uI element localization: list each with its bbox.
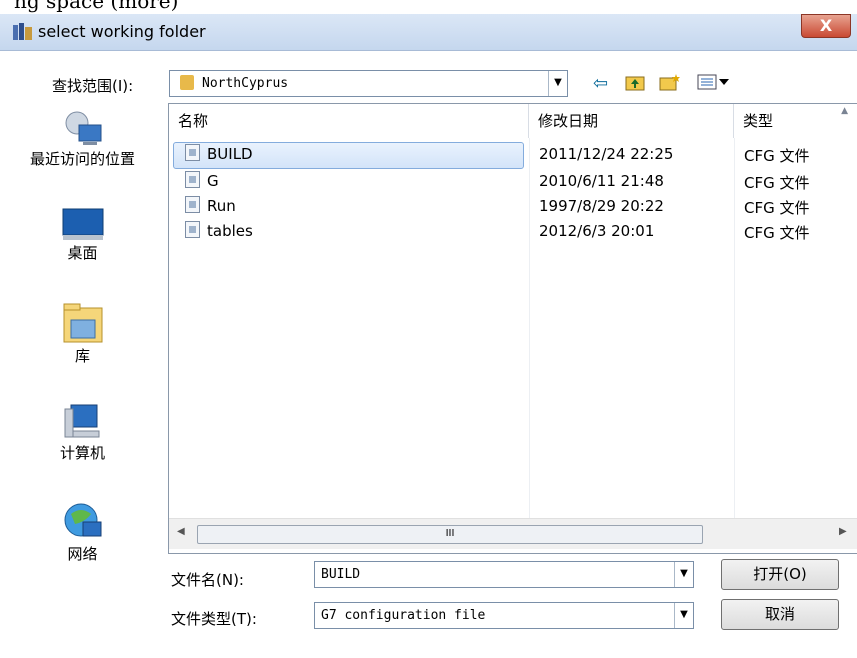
config-file-icon (185, 221, 200, 238)
chevron-down-icon[interactable]: ▼ (674, 603, 693, 628)
place-network[interactable]: 网络 (0, 500, 165, 563)
file-name: BUILD (207, 145, 253, 163)
sort-up-icon: ▲ (841, 106, 848, 116)
file-name: tables (207, 222, 253, 240)
column-header-label: 修改日期 (538, 112, 599, 130)
config-file-icon (185, 196, 200, 213)
places-bar: 最近访问的位置 桌面 库 计算机 网络 (0, 97, 165, 563)
view-menu-svg (697, 74, 729, 90)
place-label: 网络 (67, 545, 98, 563)
recent-places-icon (65, 111, 101, 145)
app-icon (13, 23, 32, 40)
new-folder-svg (659, 74, 680, 91)
horizontal-scrollbar[interactable]: ◀ III ▶ (169, 518, 857, 549)
filename-combo[interactable]: BUILD ▼ (314, 561, 694, 588)
lookin-combo[interactable]: NorthCyprus ▼ (169, 70, 568, 97)
filename-value: BUILD (321, 567, 361, 582)
chevron-down-icon[interactable]: ▼ (548, 71, 567, 96)
column-header-type[interactable]: 类型 ▲ (734, 104, 857, 138)
filename-label: 文件名(N): (171, 571, 244, 589)
scroll-right-icon[interactable]: ▶ (839, 526, 847, 537)
place-label: 桌面 (67, 244, 98, 262)
file-date: 2012/6/3 20:01 (539, 222, 655, 240)
file-name: G (207, 172, 219, 190)
cancel-button[interactable]: 取消 (721, 599, 839, 630)
network-icon (64, 503, 101, 537)
scroll-left-icon[interactable]: ◀ (177, 526, 185, 537)
file-name: Run (207, 197, 236, 215)
window-title: select working folder (38, 22, 206, 41)
place-label: 最近访问的位置 (29, 150, 135, 168)
place-recent[interactable]: 最近访问的位置 (0, 109, 165, 168)
file-row[interactable]: G 2010/6/11 21:48 CFG 文件 (169, 169, 857, 194)
folder-icon (180, 75, 194, 90)
place-label: 计算机 (59, 444, 105, 462)
title-bar: select working folder X (0, 14, 857, 51)
view-menu-icon[interactable] (697, 73, 731, 96)
place-libraries[interactable]: 库 (0, 302, 165, 365)
scroll-thumb[interactable]: III (197, 525, 703, 544)
file-type: CFG 文件 (744, 174, 810, 192)
lookin-label: 查找范围(I): (52, 77, 134, 95)
file-date: 2011/12/24 22:25 (539, 145, 674, 163)
file-row[interactable]: BUILD 2011/12/24 22:25 CFG 文件 (169, 142, 857, 169)
file-dialog: 查找范围(I): NorthCyprus ▼ ⇦ 最近访问的位置 桌面 库 计算… (0, 51, 857, 658)
chevron-down-icon[interactable]: ▼ (674, 562, 693, 587)
file-type: CFG 文件 (744, 199, 810, 217)
file-row[interactable]: tables 2012/6/3 20:01 CFG 文件 (169, 219, 857, 244)
caption-text: ng space (more) (14, 0, 179, 13)
filetype-combo[interactable]: G7 configuration file ▼ (314, 602, 694, 629)
filetype-value: G7 configuration file (321, 608, 486, 623)
file-date: 1997/8/29 20:22 (539, 197, 664, 215)
close-button[interactable]: X (801, 14, 851, 38)
config-file-icon (185, 144, 200, 161)
place-desktop[interactable]: 桌面 (0, 207, 165, 262)
cancel-button-label: 取消 (764, 605, 795, 623)
file-type: CFG 文件 (744, 224, 810, 242)
file-type: CFG 文件 (744, 147, 810, 165)
column-header-date[interactable]: 修改日期 (529, 104, 734, 138)
file-list[interactable]: 名称 修改日期 类型 ▲ BUILD 2011/12/24 22:25 CFG … (168, 103, 857, 554)
up-folder-svg (625, 76, 645, 91)
computer-icon (64, 404, 99, 438)
place-computer[interactable]: 计算机 (0, 401, 165, 462)
open-button-label: 打开(O) (753, 565, 807, 583)
config-file-icon (185, 171, 200, 188)
new-folder-icon[interactable] (659, 73, 681, 96)
caption-fragment: ng space (more) (0, 0, 857, 14)
place-label: 库 (74, 347, 90, 365)
column-header-label: 类型 (743, 112, 774, 130)
file-row[interactable]: Run 1997/8/29 20:22 CFG 文件 (169, 194, 857, 219)
close-icon: X (819, 16, 833, 35)
desktop-icon (62, 208, 103, 240)
library-icon (63, 303, 102, 343)
scroll-grip: III (445, 528, 455, 539)
up-folder-icon[interactable] (625, 73, 645, 96)
lookin-value: NorthCyprus (202, 76, 289, 91)
file-date: 2010/6/11 21:48 (539, 172, 664, 190)
filetype-label: 文件类型(T): (171, 610, 257, 628)
open-button[interactable]: 打开(O) (721, 559, 839, 590)
back-icon[interactable]: ⇦ (593, 73, 608, 94)
column-header-label: 名称 (178, 112, 209, 130)
column-header-name[interactable]: 名称 (169, 104, 529, 138)
